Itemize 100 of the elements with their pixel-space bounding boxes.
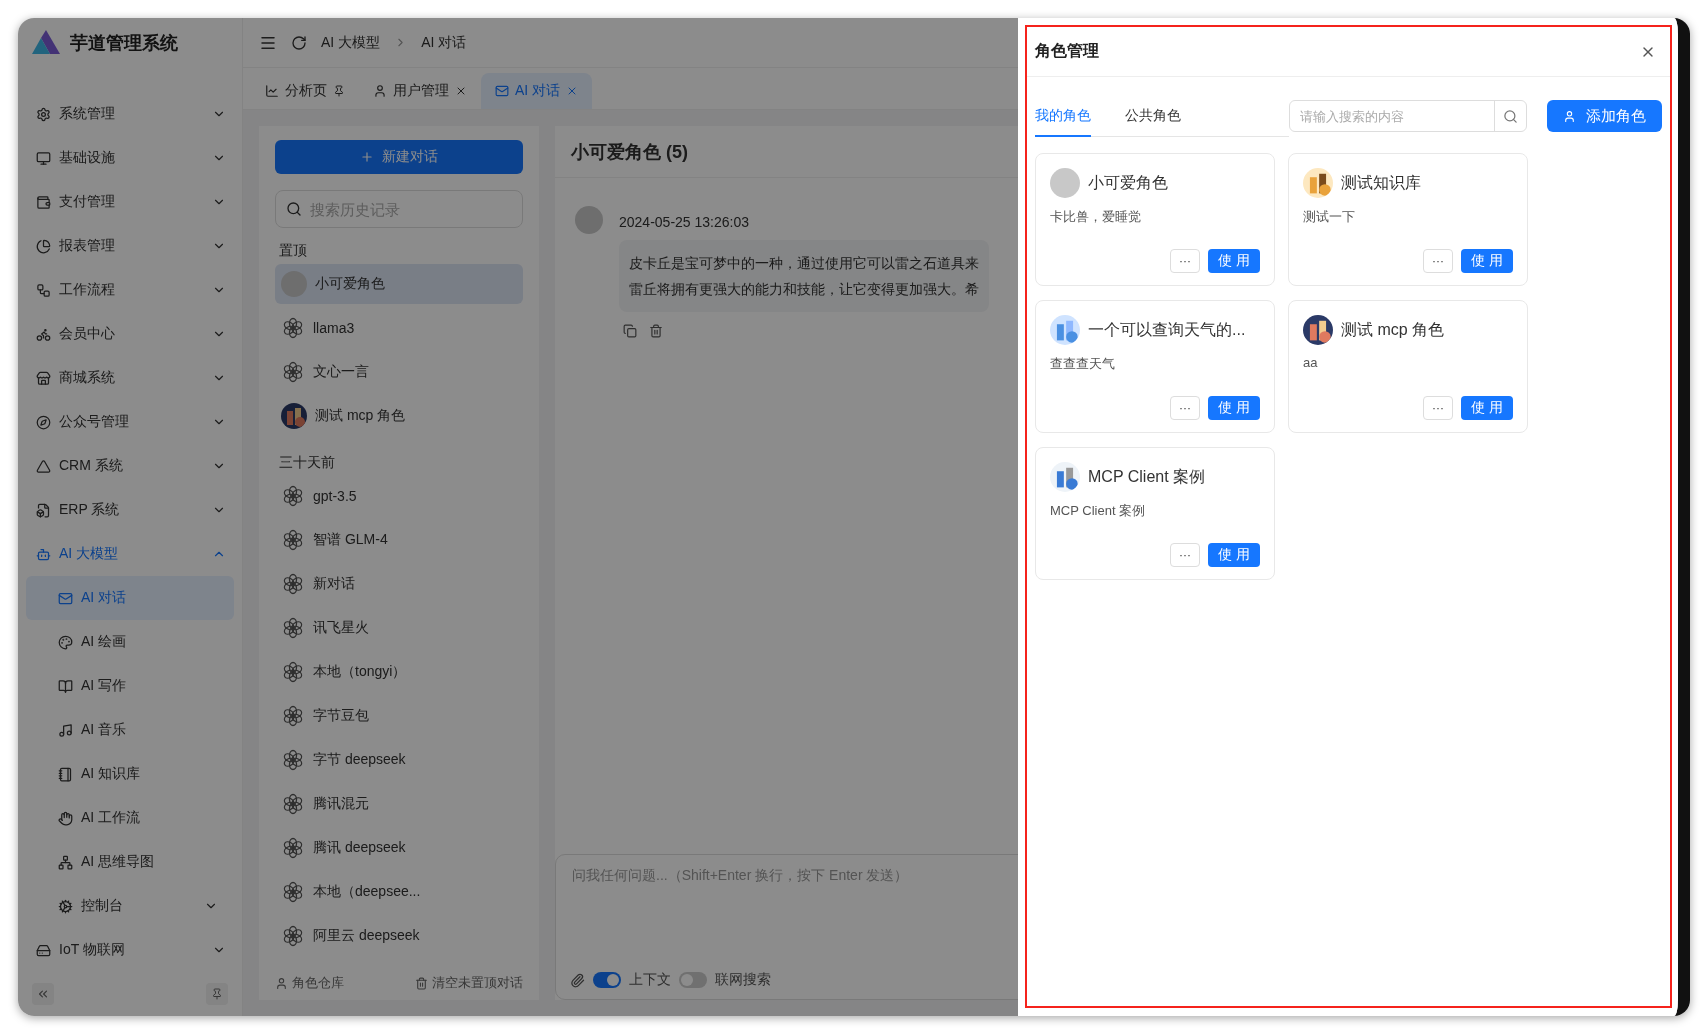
more-button[interactable]: ···: [1170, 396, 1201, 420]
more-button[interactable]: ···: [1170, 543, 1201, 567]
hand-icon: [58, 810, 73, 826]
more-button[interactable]: ···: [1423, 396, 1454, 420]
menu-item[interactable]: 支付管理: [18, 180, 242, 224]
delete-icon[interactable]: [649, 324, 663, 338]
chat-item[interactable]: 字节 deepseek: [275, 740, 523, 780]
group-title: 置顶: [279, 242, 308, 260]
tab[interactable]: 用户管理: [359, 73, 481, 109]
menu-item[interactable]: 工作流程: [18, 268, 242, 312]
use-button[interactable]: 使 用: [1461, 396, 1513, 420]
submenu-item[interactable]: AI 工作流: [26, 796, 234, 840]
hierarchy-icon: [58, 854, 73, 870]
file-box-icon: [36, 502, 51, 518]
mail-icon: [495, 84, 509, 98]
chat-item[interactable]: 本地（deepsee...: [275, 872, 523, 912]
toggle-switch[interactable]: [593, 972, 621, 988]
knot-icon: [281, 572, 305, 596]
double-chevron-icon: [36, 987, 50, 1001]
chat-item[interactable]: 新对话: [275, 564, 523, 604]
menu-item[interactable]: 会员中心: [18, 312, 242, 356]
message-time: 2024-05-25 13:26:03: [619, 214, 750, 230]
palette-icon: [58, 634, 73, 650]
chat-item[interactable]: llama3: [275, 308, 523, 348]
user-icon: [373, 84, 387, 98]
menu-item[interactable]: 公众号管理: [18, 400, 242, 444]
submenu-item[interactable]: 控制台: [26, 884, 234, 928]
copy-icon[interactable]: [623, 324, 637, 338]
role-store-link[interactable]: 角色仓库: [275, 974, 344, 992]
menu-item[interactable]: 系统管理: [18, 92, 242, 136]
chat-item[interactable]: 字节豆包: [275, 696, 523, 736]
knot-icon: [281, 880, 305, 904]
mail-icon: [58, 590, 73, 606]
refresh-icon[interactable]: [291, 34, 307, 51]
use-button[interactable]: 使 用: [1208, 543, 1260, 567]
pin-icon[interactable]: [333, 85, 345, 97]
menu-item[interactable]: AI 大模型: [18, 532, 242, 576]
chat-item[interactable]: 文心一言: [275, 352, 523, 392]
knot-icon: [281, 360, 305, 384]
menu-item[interactable]: 商城系统: [18, 356, 242, 400]
logo-icon: [32, 30, 60, 56]
submenu-item[interactable]: AI 知识库: [26, 752, 234, 796]
search-field[interactable]: 请输入搜索的内容: [1289, 100, 1527, 132]
breadcrumb-item[interactable]: AI 对话: [421, 33, 467, 52]
knot-icon: [281, 616, 305, 640]
submenu-item[interactable]: AI 思维导图: [26, 840, 234, 884]
role-description: 测试一下: [1303, 208, 1356, 226]
menu-item[interactable]: 基础设施: [18, 136, 242, 180]
user-icon: [1563, 109, 1576, 123]
menu-item[interactable]: 报表管理: [18, 224, 242, 268]
knot-icon: [281, 484, 305, 508]
role-name: MCP Client 案例: [1088, 466, 1206, 487]
chat-item[interactable]: 智谱 GLM-4: [275, 520, 523, 560]
chat-item[interactable]: 测试 mcp 角色: [275, 396, 523, 436]
menu-item[interactable]: CRM 系统: [18, 444, 242, 488]
close-icon[interactable]: [455, 85, 467, 97]
chat-item[interactable]: gpt-3.5: [275, 476, 523, 516]
bike-icon: [36, 326, 51, 342]
pin-button[interactable]: [206, 983, 228, 1005]
chat-item[interactable]: 腾讯混元: [275, 784, 523, 824]
add-role-button[interactable]: 添加角色: [1547, 100, 1662, 132]
pie-chart-icon: [36, 238, 51, 254]
use-button[interactable]: 使 用: [1208, 396, 1260, 420]
flow-icon: [36, 282, 51, 298]
pin-icon: [211, 988, 223, 1000]
breadcrumb-item[interactable]: AI 大模型: [321, 33, 381, 52]
clear-link[interactable]: 清空未置顶对话: [415, 974, 523, 992]
search-icon: [1503, 108, 1518, 124]
chat-item[interactable]: 讯飞星火: [275, 608, 523, 648]
music-icon: [58, 722, 73, 738]
search-input[interactable]: 请输入搜索的内容: [1290, 108, 1494, 124]
chat-item[interactable]: 小可爱角色: [275, 264, 523, 304]
menu-item[interactable]: IoT 物联网: [18, 928, 242, 972]
role-description: MCP Client 案例: [1050, 502, 1147, 520]
knot-icon: [281, 660, 305, 684]
avatar: [1050, 168, 1080, 198]
role-description: aa: [1303, 355, 1319, 370]
toggle-label: 上下文: [629, 971, 671, 989]
more-button[interactable]: ···: [1423, 249, 1454, 273]
new-chat-button[interactable]: 新建对话: [275, 140, 523, 174]
chat-item[interactable]: 本地（tongyi）: [275, 652, 523, 692]
more-button[interactable]: ···: [1170, 249, 1201, 273]
knot-icon: [281, 748, 305, 772]
use-button[interactable]: 使 用: [1461, 249, 1513, 273]
submenu-item[interactable]: AI 音乐: [26, 708, 234, 752]
use-button[interactable]: 使 用: [1208, 249, 1260, 273]
submenu-item[interactable]: AI 绘画: [26, 620, 234, 664]
tab[interactable]: 分析页: [251, 73, 359, 109]
collapse-button[interactable]: [32, 983, 54, 1005]
menu-item[interactable]: ERP 系统: [18, 488, 242, 532]
submenu-item[interactable]: AI 写作: [26, 664, 234, 708]
submenu-item[interactable]: AI 对话: [26, 576, 234, 620]
paperclip-icon[interactable]: [570, 972, 585, 988]
settings-icon: [36, 106, 51, 122]
chat-item[interactable]: 阿里云 deepseek: [275, 916, 523, 956]
tab[interactable]: AI 对话: [481, 73, 593, 109]
chat-item[interactable]: 腾讯 deepseek: [275, 828, 523, 868]
tab[interactable]: 我的角色: [1035, 95, 1091, 137]
role-description: 查查查天气: [1050, 355, 1116, 373]
toggle-switch[interactable]: [679, 972, 707, 988]
